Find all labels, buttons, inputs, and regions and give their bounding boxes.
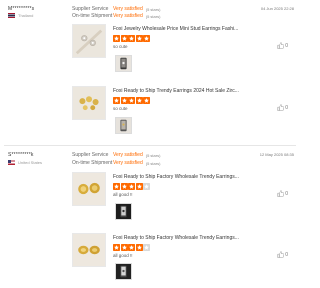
review-photo[interactable] [115, 117, 132, 134]
product-rating-stars [113, 35, 151, 42]
star-empty-icon [143, 244, 150, 251]
review-photo[interactable] [115, 203, 132, 220]
reviewer-name: M*********s [8, 6, 35, 12]
supplier-service-stars: (5 stars) [145, 6, 161, 12]
on-time-shipment-rating: On-time Shipment Very satisfied (5 stars… [72, 160, 160, 166]
review-card: S*********k United States Supplier Servi… [0, 148, 300, 288]
like-count: 0 [285, 251, 288, 258]
review-comment: all good !! [113, 253, 133, 258]
like-button[interactable]: 0 [277, 42, 288, 49]
reviewer-country: United States [8, 160, 42, 165]
product-thumbnail[interactable] [72, 233, 106, 267]
on-time-shipment-label: On-time Shipment [72, 160, 113, 166]
thailand-flag-icon [8, 13, 15, 18]
product-title-link[interactable]: Foxi Ready to Ship Factory Wholesale Tre… [113, 174, 239, 180]
product-title-link[interactable]: Foxi Ready to Ship Factory Wholesale Tre… [113, 235, 239, 241]
thumbs-up-icon [277, 251, 285, 258]
supplier-service-rating: Supplier Service Very satisfied (5 stars… [72, 6, 160, 12]
star-filled-icon [113, 244, 120, 251]
star-filled-icon [128, 97, 135, 104]
product-thumbnail[interactable] [72, 172, 106, 206]
like-button[interactable]: 0 [277, 251, 288, 258]
united-states-flag-icon [8, 160, 15, 165]
supplier-service-value: Very satisfied [113, 152, 143, 158]
star-filled-icon [128, 244, 135, 251]
like-button[interactable]: 0 [277, 104, 288, 111]
country-name: Thailand [18, 13, 34, 18]
on-time-shipment-label: On-time Shipment [72, 13, 113, 19]
star-filled-icon [143, 97, 150, 104]
product-title-link[interactable]: Foxi Ready to Ship Trendy Earrings 2024 … [113, 88, 239, 94]
product-thumbnail[interactable] [72, 86, 106, 120]
thumbs-up-icon [277, 104, 285, 111]
review-divider [4, 145, 296, 146]
product-rating-stars [113, 183, 151, 190]
star-empty-icon [143, 183, 150, 190]
like-button[interactable]: 0 [277, 190, 288, 197]
star-filled-icon [113, 97, 120, 104]
star-filled-icon [120, 35, 128, 42]
supplier-service-stars: (5 stars) [145, 152, 161, 158]
star-filled-icon [128, 35, 135, 42]
review-photo[interactable] [115, 55, 132, 72]
star-filled-icon [120, 244, 128, 251]
star-filled-icon [135, 183, 143, 190]
product-thumbnail[interactable] [72, 24, 106, 58]
product-title-link[interactable]: Foxi Jewelry Wholesale Price Mini Stud E… [113, 26, 238, 32]
review-comment: so cute [113, 44, 128, 49]
thumbs-up-icon [277, 190, 285, 197]
star-filled-icon [135, 244, 143, 251]
country-name: United States [18, 160, 43, 165]
reviewer-country: Thailand [8, 13, 33, 18]
review-date: 04 Jun 2025 22:28 [260, 6, 294, 11]
like-count: 0 [285, 190, 288, 197]
product-rating-stars [113, 244, 151, 251]
star-filled-icon [143, 35, 150, 42]
star-filled-icon [135, 35, 143, 42]
star-filled-icon [113, 35, 120, 42]
supplier-service-label: Supplier Service [72, 152, 109, 158]
like-count: 0 [285, 42, 288, 49]
review-photo[interactable] [115, 263, 132, 280]
on-time-shipment-value: Very satisfied [113, 13, 143, 19]
review-comment: so cute [113, 106, 128, 111]
star-filled-icon [128, 183, 135, 190]
on-time-shipment-rating: On-time Shipment Very satisfied (5 stars… [72, 13, 160, 19]
thumbs-up-icon [277, 42, 285, 49]
star-filled-icon [120, 183, 128, 190]
reviewer-name: S*********k [8, 152, 34, 158]
star-filled-icon [135, 97, 143, 104]
on-time-shipment-stars: (5 stars) [145, 13, 161, 19]
on-time-shipment-stars: (5 stars) [145, 160, 161, 166]
supplier-service-label: Supplier Service [72, 6, 109, 12]
like-count: 0 [285, 104, 288, 111]
review-card: M*********s Thailand Supplier Service Ve… [0, 0, 300, 144]
review-comment: all good !! [113, 192, 133, 197]
star-filled-icon [120, 97, 128, 104]
star-filled-icon [113, 183, 120, 190]
product-rating-stars [113, 97, 151, 104]
supplier-service-rating: Supplier Service Very satisfied (5 stars… [72, 152, 160, 158]
on-time-shipment-value: Very satisfied [113, 160, 143, 166]
review-date: 12 May 2025 08:35 [259, 152, 294, 157]
supplier-service-value: Very satisfied [113, 6, 143, 12]
